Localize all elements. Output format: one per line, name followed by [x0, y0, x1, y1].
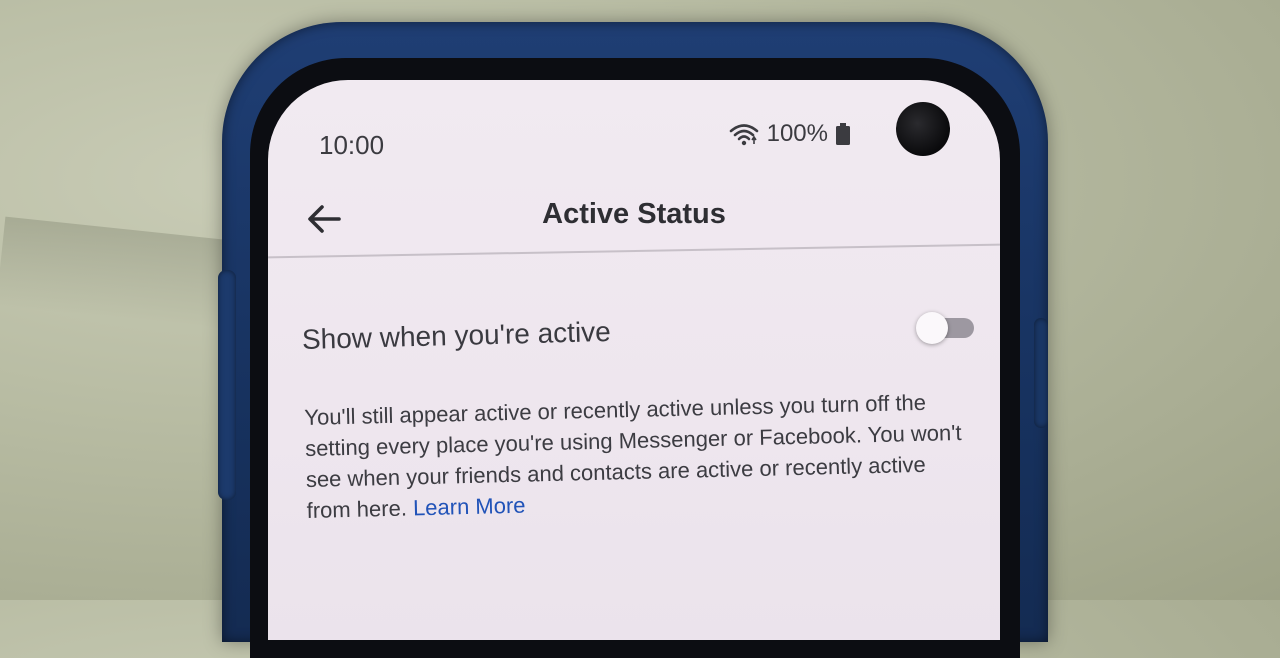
wifi-icon: [729, 124, 758, 146]
setting-label: Show when you're active: [301, 315, 612, 355]
active-status-toggle[interactable]: [916, 312, 974, 344]
volume-button: [218, 270, 236, 500]
toggle-knob: [916, 312, 948, 344]
active-status-setting-row[interactable]: Show when you're active: [268, 302, 1000, 362]
learn-more-link[interactable]: Learn More: [413, 493, 526, 521]
status-icons: 100%: [729, 120, 850, 148]
description-text: You'll still appear active or recently a…: [304, 389, 962, 523]
page-title: Active Status: [542, 198, 726, 230]
power-button: [1034, 318, 1048, 428]
battery-percent: 100%: [766, 120, 828, 147]
battery-icon: [836, 123, 850, 145]
app-header: Active Status: [268, 178, 1000, 250]
setting-description: You'll still appear active or recently a…: [304, 386, 967, 526]
phone-screen: 10:00 100% Active Status Show when you'r…: [268, 80, 1000, 640]
camera-punch-hole: [896, 102, 950, 156]
status-time: 10:00: [319, 130, 385, 160]
